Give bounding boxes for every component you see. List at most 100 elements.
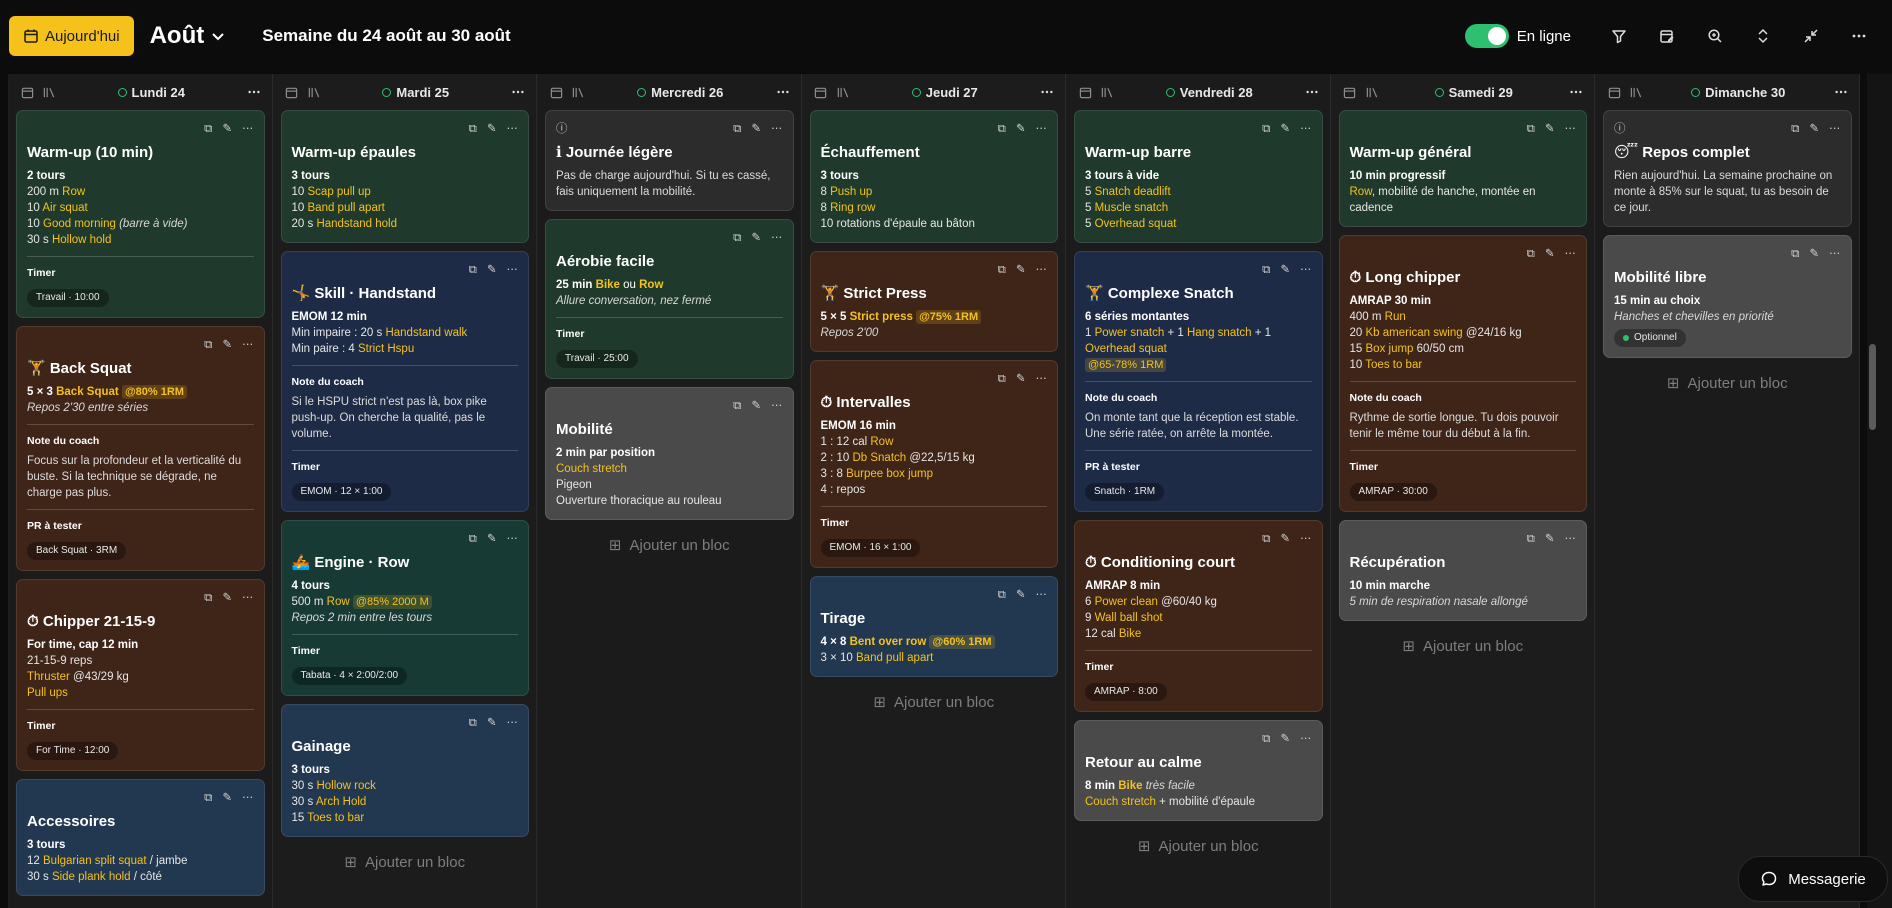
edit-icon[interactable]: ✎ — [751, 230, 761, 246]
edit-icon[interactable]: ✎ — [1016, 587, 1026, 603]
edit-icon[interactable]: ✎ — [1809, 121, 1819, 137]
copy-icon[interactable]: ⧉ — [998, 262, 1006, 278]
copy-icon[interactable]: ⧉ — [1527, 121, 1535, 137]
copy-icon[interactable]: ⧉ — [469, 715, 477, 731]
more-icon[interactable]: ⋯ — [771, 398, 783, 414]
more-icon[interactable]: ⋯ — [1829, 246, 1841, 262]
calendar-icon[interactable] — [16, 86, 38, 99]
workout-card[interactable]: ⧉ ✎ ⋯ ⏱ Chipper 21-15-9 For time, cap 12 m… — [16, 579, 265, 771]
more-icon[interactable] — [1830, 85, 1852, 99]
calendar-icon[interactable] — [1074, 86, 1096, 99]
workout-card[interactable]: ⧉ ✎ ⋯ Échauffement 3 tours 8 Push up 8 Rin… — [809, 110, 1058, 243]
workout-card[interactable]: ⧉ ✎ ⋯ Mobilité libre 15 min au choix Hanch… — [1603, 235, 1852, 358]
edit-icon[interactable]: ✎ — [1545, 531, 1555, 547]
edit-icon[interactable]: ✎ — [751, 121, 761, 137]
workout-card[interactable]: ⧉ ✎ ⋯ Retour au calme 8 min Bike très faci… — [1074, 720, 1323, 821]
edit-icon[interactable]: ✎ — [1280, 121, 1290, 137]
edit-icon[interactable]: ✎ — [1280, 731, 1290, 747]
more-icon[interactable]: ⋯ — [507, 715, 519, 731]
library-icon[interactable] — [832, 86, 854, 99]
workout-card[interactable]: ⧉ ✎ ⋯ 🏋 Complexe Snatch 6 séries montantes… — [1074, 251, 1323, 512]
workout-card[interactable]: ⧉ ✎ ⋯ ⏱ Intervalles EMOM 16 min 1 : 12 cal… — [809, 360, 1058, 568]
copy-icon[interactable]: ⧉ — [733, 398, 741, 414]
library-icon[interactable] — [1096, 86, 1118, 99]
copy-icon[interactable]: ⧉ — [998, 371, 1006, 387]
library-icon[interactable] — [38, 86, 60, 99]
add-block-button[interactable]: ⊞Ajouter un bloc — [16, 904, 265, 908]
more-icon[interactable]: ⋯ — [507, 531, 519, 547]
workout-card[interactable]: ⧉ ✎ ⋯ Récupération 10 min marche 5 min de … — [1338, 520, 1587, 621]
more-icon[interactable]: ⋯ — [1300, 262, 1312, 278]
more-icon[interactable]: ⋯ — [771, 121, 783, 137]
more-icon[interactable]: ⋯ — [1300, 731, 1312, 747]
expand-vertical-icon[interactable] — [1739, 16, 1787, 56]
copy-icon[interactable]: ⧉ — [733, 230, 741, 246]
workout-card[interactable]: ⧉ ✎ ⋯ Tirage 4 × 8 Bent over row @60% 1RM … — [809, 576, 1058, 677]
copy-icon[interactable]: ⧉ — [1527, 531, 1535, 547]
edit-icon[interactable]: ✎ — [1016, 121, 1026, 137]
copy-icon[interactable]: ⧉ — [469, 531, 477, 547]
add-block-button[interactable]: ⊞Ajouter un bloc — [810, 685, 1059, 719]
copy-icon[interactable]: ⧉ — [1527, 246, 1535, 262]
edit-icon[interactable]: ✎ — [487, 531, 497, 547]
workout-card[interactable]: ⧉ ✎ ⋯ ⏱ Long chipper AMRAP 30 min 400 m Ru… — [1338, 235, 1587, 512]
workout-card[interactable]: ⧉ ✎ ⋯ 🏋 Strict Press 5 × 5 Strict press @7… — [809, 251, 1058, 352]
edit-icon[interactable]: ✎ — [1545, 246, 1555, 262]
more-icon[interactable] — [772, 85, 794, 99]
info-card[interactable]: ⓘ ⧉ ✎ ⋯ 😴 Repos complet Rien aujourd'hui. L… — [1603, 110, 1852, 227]
workout-card[interactable]: ⧉ ✎ ⋯ Gainage 3 tours 30 s Hollow rock 30 … — [280, 704, 529, 837]
library-icon[interactable] — [1361, 86, 1383, 99]
more-icon[interactable]: ⋯ — [242, 790, 254, 806]
edit-icon[interactable]: ✎ — [222, 337, 232, 353]
edit-icon[interactable]: ✎ — [1280, 262, 1290, 278]
copy-icon[interactable]: ⧉ — [998, 121, 1006, 137]
edit-icon[interactable]: ✎ — [1280, 531, 1290, 547]
more-icon[interactable]: ⋯ — [1036, 262, 1048, 278]
more-icon[interactable]: ⋯ — [1036, 121, 1048, 137]
copy-icon[interactable]: ⧉ — [1791, 121, 1799, 137]
edit-icon[interactable]: ✎ — [1545, 121, 1555, 137]
more-icon[interactable]: ⋯ — [771, 230, 783, 246]
edit-icon[interactable]: ✎ — [487, 715, 497, 731]
copy-icon[interactable]: ⧉ — [1262, 531, 1270, 547]
more-icon[interactable] — [243, 85, 265, 99]
more-icon[interactable]: ⋯ — [242, 337, 254, 353]
copy-icon[interactable]: ⧉ — [204, 121, 212, 137]
library-icon[interactable] — [303, 86, 325, 99]
scrollbar-thumb[interactable] — [1869, 344, 1876, 430]
zoom-in-icon[interactable] — [1691, 16, 1739, 56]
add-block-button[interactable]: ⊞Ajouter un bloc — [1339, 629, 1588, 663]
workout-card[interactable]: ⧉ ✎ ⋯ Aérobie facile 25 min Bike ou Row Al… — [545, 219, 794, 379]
more-icon[interactable]: ⋯ — [242, 590, 254, 606]
workout-card[interactable]: ⧉ ✎ ⋯ Warm-up (10 min) 2 tours 200 m Row 1… — [16, 110, 265, 318]
more-icon[interactable]: ⋯ — [1300, 531, 1312, 547]
more-icon[interactable] — [1036, 85, 1058, 99]
edit-icon[interactable]: ✎ — [1809, 246, 1819, 262]
info-card[interactable]: ⓘ ⧉ ✎ ⋯ ℹ Journée légère Pas de charge aujo… — [545, 110, 794, 211]
add-block-button[interactable]: ⊞Ajouter un bloc — [1603, 366, 1852, 400]
more-icon[interactable]: ⋯ — [507, 121, 519, 137]
more-icon[interactable]: ⋯ — [1565, 531, 1577, 547]
copy-icon[interactable]: ⧉ — [1262, 121, 1270, 137]
workout-card[interactable]: ⧉ ✎ ⋯ Accessoires 3 tours 12 Bulgarian spl… — [16, 779, 265, 896]
messenger-button[interactable]: Messagerie — [1738, 856, 1888, 902]
copy-icon[interactable]: ⧉ — [469, 121, 477, 137]
workout-card[interactable]: ⧉ ✎ ⋯ Mobilité 2 min par position Couch st… — [545, 387, 794, 520]
copy-icon[interactable]: ⧉ — [469, 262, 477, 278]
workout-card[interactable]: ⧉ ✎ ⋯ Warm-up épaules 3 tours 10 Scap pull… — [280, 110, 529, 243]
add-block-button[interactable]: ⊞Ajouter un bloc — [545, 528, 794, 562]
copy-icon[interactable]: ⧉ — [204, 790, 212, 806]
more-icon[interactable] — [1565, 85, 1587, 99]
vertical-scrollbar[interactable] — [1867, 74, 1892, 908]
copy-icon[interactable]: ⧉ — [1262, 262, 1270, 278]
calendar-edit-icon[interactable] — [1643, 16, 1691, 56]
edit-icon[interactable]: ✎ — [1016, 371, 1026, 387]
more-icon[interactable]: ⋯ — [1565, 246, 1577, 262]
copy-icon[interactable]: ⧉ — [204, 337, 212, 353]
collapse-icon[interactable] — [1787, 16, 1835, 56]
more-icon[interactable]: ⋯ — [1036, 587, 1048, 603]
library-icon[interactable] — [1625, 86, 1647, 99]
more-icon[interactable]: ⋯ — [1300, 121, 1312, 137]
calendar-icon[interactable] — [1339, 86, 1361, 99]
copy-icon[interactable]: ⧉ — [733, 121, 741, 137]
